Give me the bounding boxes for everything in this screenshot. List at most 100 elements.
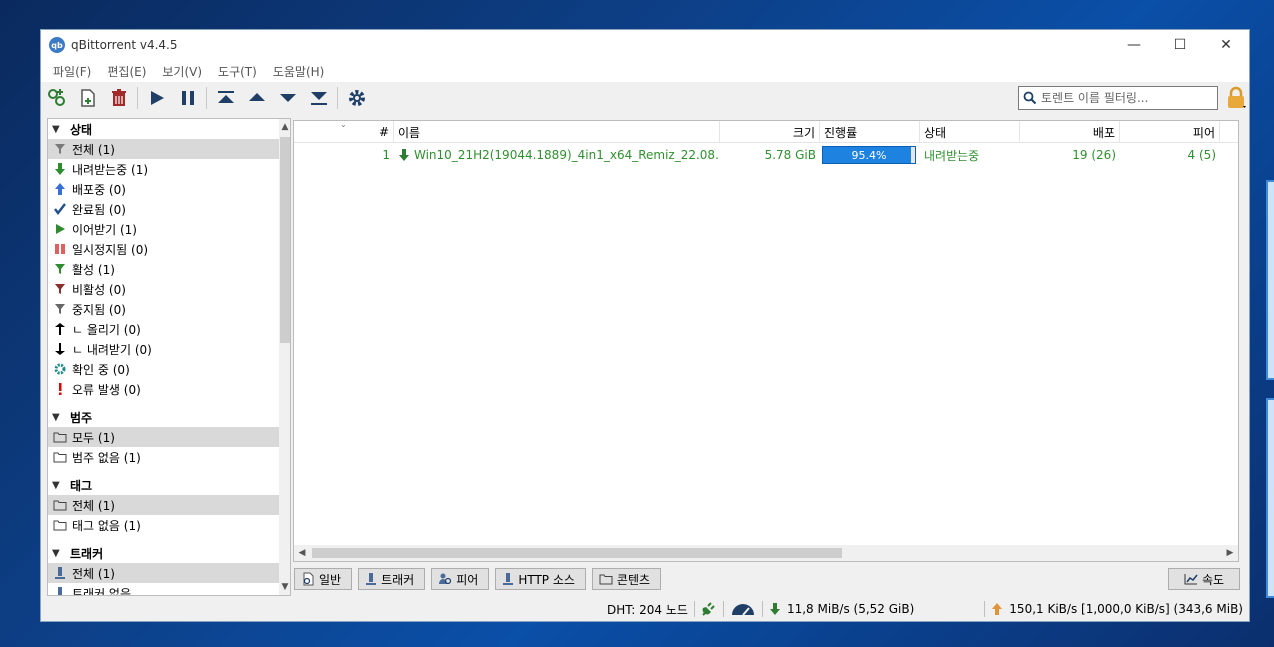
add-torrent-file-button[interactable] [72,84,103,112]
download-arrow-icon [769,603,780,615]
speed-label: 속도 [1201,572,1225,587]
status-filter-item[interactable]: 이어받기 (1) [48,219,290,239]
column-header-progress[interactable]: 진행률 [820,121,920,143]
server-icon [502,572,514,586]
table-horizontal-scrollbar[interactable]: ◀ ▶ [294,545,1238,561]
status-filter-item[interactable]: ㄴ 올리기 (0) [48,319,290,339]
top-priority-icon [217,91,234,103]
tag-item-all[interactable]: 전체 (1) [48,495,290,515]
alt-speed-toggle[interactable] [724,602,762,616]
menu-tools[interactable]: 도구(T) [210,63,265,80]
tracker-section-header[interactable]: ▼ 트래커 [48,543,290,563]
status-filter-item[interactable]: 활성 (1) [48,259,290,279]
upload-speed-text: 150,1 KiB/s [1,000,0 KiB/s] (343,6 MiB) [1009,602,1243,616]
search-input[interactable] [1041,91,1211,105]
status-filter-item[interactable]: 오류 발생 (0) [48,379,290,399]
status-filter-item[interactable]: 내려받는중 (1) [48,159,290,179]
menu-edit[interactable]: 편집(E) [99,63,154,80]
horizontal-scroll-thumb[interactable] [312,548,842,558]
tab-general[interactable]: 일반 [294,568,353,590]
down-arrow-icon [52,341,68,357]
upload-speed[interactable]: 150,1 KiB/s [1,000,0 KiB/s] (343,6 MiB) [985,602,1249,616]
status-filter-label: 배포중 (0) [72,182,126,197]
table-row[interactable]: 1 Win10_21H2(19044.1889)_4in1_x64_Remiz_… [294,145,1238,165]
status-filter-label: 전체 (1) [72,142,115,157]
scroll-down-arrow[interactable]: ▼ [279,579,290,595]
category-item-all[interactable]: 모두 (1) [48,427,290,447]
resume-button[interactable] [141,84,172,112]
delete-button[interactable] [103,84,134,112]
status-filter-item[interactable]: 일시정지됨 (0) [48,239,290,259]
increase-priority-button[interactable] [241,84,272,112]
column-header-size[interactable]: 크기 [720,121,820,143]
column-header-name[interactable]: 이름 [394,121,720,143]
minimize-button[interactable]: — [1111,30,1157,60]
maximize-button[interactable]: ☐ [1157,30,1203,60]
bottom-priority-button[interactable] [303,84,334,112]
tag-item-untagged[interactable]: 태그 없음 (1) [48,515,290,535]
menu-view[interactable]: 보기(V) [154,63,210,80]
folder-icon [52,449,68,465]
add-torrent-link-button[interactable] [41,84,72,112]
connection-status[interactable] [695,601,723,617]
tracker-item-trackerless[interactable]: 트래커 없음 [48,583,290,596]
status-section-header[interactable]: ▼ 상태 [48,119,290,139]
status-filter-item[interactable]: 확인 중 (0) [48,359,290,379]
status-filter-label: 오류 발생 (0) [72,382,141,397]
column-header-peers[interactable]: 피어 [1120,121,1220,143]
top-priority-button[interactable] [210,84,241,112]
toolbar-separator [206,87,207,109]
tracker-item-label: 트래커 없음 [72,586,132,596]
scroll-up-arrow[interactable]: ▲ [279,119,290,135]
upload-arrow-icon [52,181,68,197]
category-item-uncategorized[interactable]: 범주 없음 (1) [48,447,290,467]
tag-section-header[interactable]: ▼ 태그 [48,475,290,495]
cell-seeds: 19 (26) [1072,148,1116,162]
category-section-header[interactable]: ▼ 범주 [48,407,290,427]
cell-progress: 95.4% [820,145,920,165]
status-filter-list: 전체 (1) 내려받는중 (1) 배포중 (0) 완료됨 (0) 이어받기 (1) 일시정… [48,139,290,399]
status-filter-item[interactable]: 배포중 (0) [48,179,290,199]
tab-trackers[interactable]: 트래커 [358,568,426,590]
menu-help[interactable]: 도움말(H) [265,63,333,80]
scroll-right-arrow[interactable]: ▶ [1222,545,1238,561]
close-button[interactable]: ✕ [1203,30,1249,60]
status-filter-item[interactable]: 중지됨 (0) [48,299,290,319]
tracker-item-all[interactable]: 전체 (1) [48,563,290,583]
download-speed-text: 11,8 MiB/s (5,52 GiB) [786,602,915,616]
sidebar-scrollbar[interactable]: ▲ ▼ [279,119,290,595]
general-info-icon [301,572,315,586]
tab-peers[interactable]: 피어 [431,568,490,590]
tab-content[interactable]: 콘텐츠 [591,568,662,590]
torrent-list: ⌄ # 이름 크기 진행률 상태 배포 피어 1 Win10_21H2(1904… [293,120,1239,562]
status-filter-item[interactable]: 완료됨 (0) [48,199,290,219]
lock-button[interactable] [1223,85,1249,111]
properties-tabs: 일반 트래커 피어 HTTP 소스 콘텐츠 [294,568,667,590]
progress-label: 95.4% [851,148,887,162]
sidebar-scroll-thumb[interactable] [280,137,290,343]
sidebar: ▼ 상태 전체 (1) 내려받는중 (1) 배포중 (0) 완료됨 (0) 이어받기 (… [47,118,291,596]
decrease-priority-button[interactable] [272,84,303,112]
menu-file[interactable]: 파일(F) [45,63,99,80]
toolbar [41,82,1249,114]
desktop-window-glimpse [1266,398,1274,598]
lock-icon [1228,86,1246,108]
options-button[interactable] [341,84,372,112]
folder-icon [599,573,613,585]
status-filter-item[interactable]: ㄴ 내려받기 (0) [48,339,290,359]
scroll-left-arrow[interactable]: ◀ [294,545,310,561]
download-speed[interactable]: 11,8 MiB/s (5,52 GiB) [763,602,920,616]
speed-tab-button[interactable]: 속도 [1168,568,1240,590]
search-box[interactable] [1018,86,1218,110]
column-header-status[interactable]: 상태 [920,121,1020,143]
status-filter-item[interactable]: 비활성 (0) [48,279,290,299]
status-filter-item[interactable]: 전체 (1) [48,139,290,159]
tag-item-label: 태그 없음 (1) [72,518,141,533]
column-header-seeds[interactable]: 배포 [1020,121,1120,143]
filter-icon [52,141,68,157]
cell-num: 1 [382,148,390,162]
tab-http-sources[interactable]: HTTP 소스 [495,568,586,590]
filter-icon [52,281,68,297]
pause-button[interactable] [172,84,203,112]
